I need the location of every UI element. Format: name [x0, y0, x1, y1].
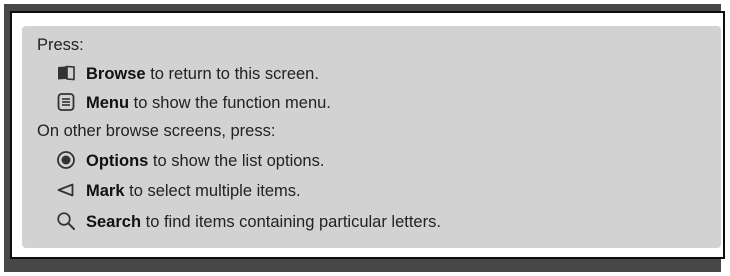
other-intro: On other browse screens, press: [37, 122, 276, 140]
menu-description: to show the function menu. [129, 94, 331, 112]
mark-description: to select multiple items. [124, 182, 301, 200]
menu-icon [56, 92, 76, 112]
help-line-browse: Browse to return to this screen. [56, 63, 319, 84]
mark-key-label: Mark [86, 182, 125, 200]
browse-key-label: Browse [86, 65, 146, 83]
search-key-label: Search [86, 213, 142, 231]
press-intro: Press: [37, 36, 84, 54]
search-magnifier-icon [56, 211, 76, 231]
options-radio-icon [56, 150, 76, 170]
options-description: to show the list options. [148, 152, 325, 170]
search-description: to find items containing particular lett… [141, 213, 441, 231]
help-line-mark: Mark to select multiple items. [56, 180, 301, 201]
menu-key-label: Menu [86, 94, 130, 112]
browse-book-icon [56, 63, 76, 83]
help-line-menu: Menu to show the function menu. [56, 92, 331, 113]
browse-description: to return to this screen. [145, 65, 319, 83]
help-line-options: Options to show the list options. [56, 150, 324, 171]
help-line-search: Search to find items containing particul… [56, 211, 441, 232]
mark-triangle-icon [56, 180, 76, 200]
options-key-label: Options [86, 152, 149, 170]
